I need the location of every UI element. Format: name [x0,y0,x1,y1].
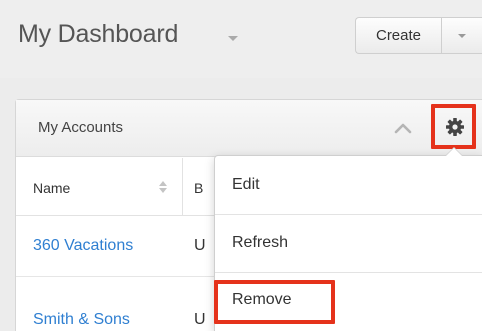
menu-item-remove[interactable]: Remove [215,273,482,331]
menu-item-edit[interactable]: Edit [215,156,482,214]
sort-icon[interactable] [158,179,168,195]
dashlet-actions-menu: Edit Refresh Remove [214,147,482,331]
chevron-down-icon[interactable] [228,36,238,41]
column-divider [182,158,183,216]
account-link[interactable]: 360 Vacations [33,237,133,255]
dashlet-header: My Accounts [16,100,482,157]
table-cell: U [194,311,206,328]
dashboard-header: My Dashboard Create [0,0,482,78]
menu-item-label: Edit [232,176,260,193]
page-title[interactable]: My Dashboard [18,20,178,49]
menu-item-label: Refresh [232,234,289,251]
table-cell: U [194,237,206,254]
dashlet-title: My Accounts [38,119,124,136]
chevron-up-icon[interactable] [394,121,412,135]
create-button[interactable]: Create [356,18,442,53]
column-header-second[interactable]: B [194,180,203,196]
gear-icon[interactable] [431,103,479,151]
menu-pointer-fill [446,148,462,156]
menu-item-refresh[interactable]: Refresh [215,215,482,273]
menu-item-label: Remove [232,291,292,308]
chevron-down-icon [458,33,466,38]
create-button-group: Create [355,17,482,54]
create-dropdown-toggle[interactable] [442,18,482,53]
account-link[interactable]: Smith & Sons [33,311,130,329]
column-header-name[interactable]: Name [33,180,70,196]
